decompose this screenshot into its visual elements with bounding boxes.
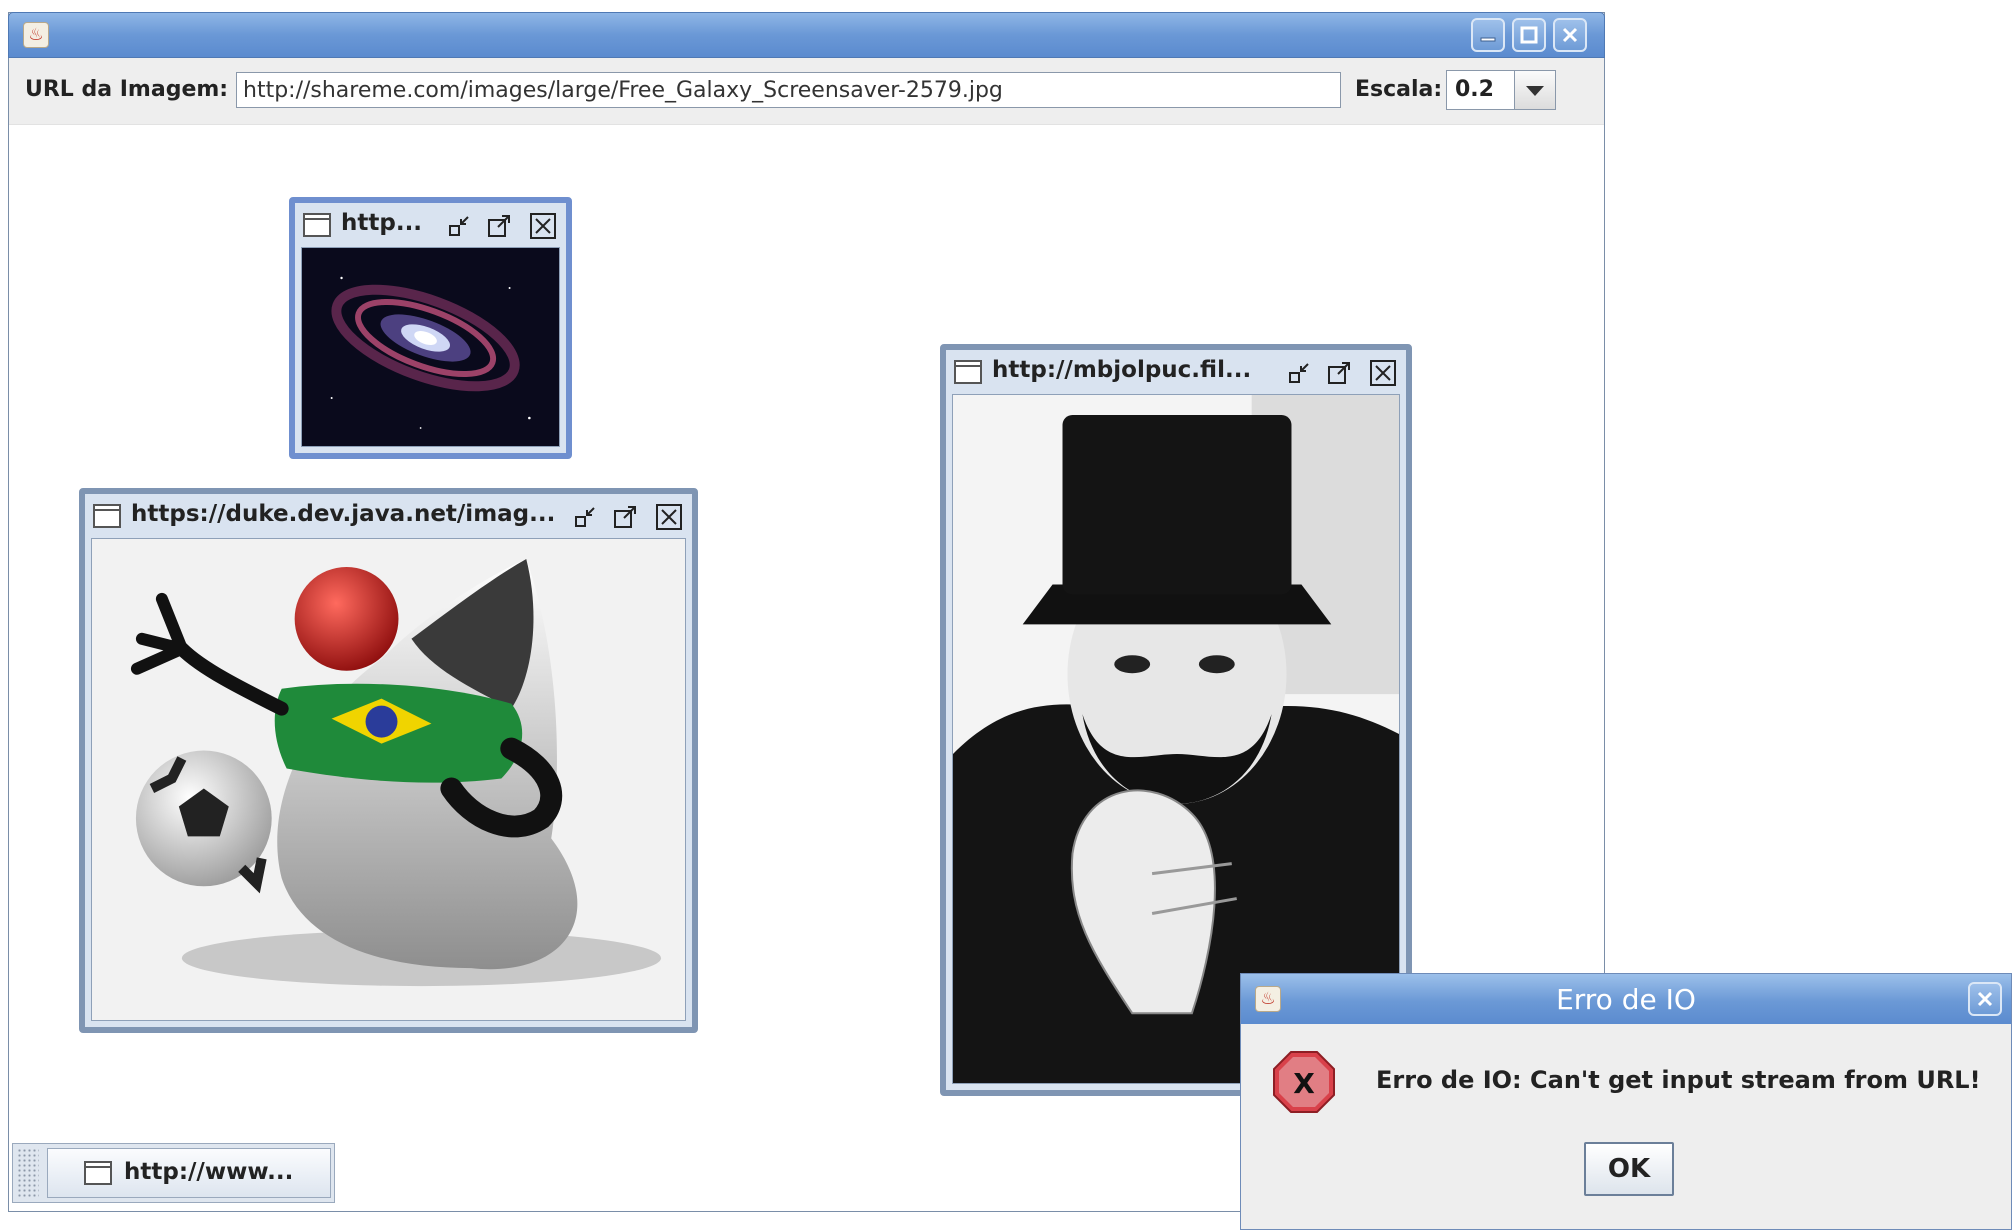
close-icon[interactable] xyxy=(1368,358,1398,388)
url-input[interactable] xyxy=(236,72,1341,108)
url-label: URL da Imagem: xyxy=(25,77,229,102)
main-window-titlebar[interactable]: ♨ xyxy=(8,12,1605,58)
close-icon[interactable] xyxy=(654,502,684,532)
internal-frame-titlebar[interactable]: https://duke.dev.java.net/imag... xyxy=(91,498,686,534)
galaxy-image xyxy=(301,247,560,447)
internal-frame-titlebar[interactable]: http://mbjolpuc.fil... xyxy=(952,354,1400,390)
minimize-button[interactable] xyxy=(1471,18,1505,52)
duke-image xyxy=(91,538,686,1021)
maximize-button[interactable] xyxy=(1512,18,1546,52)
minimized-frame-title: http://www... xyxy=(124,1159,294,1185)
chevron-down-icon xyxy=(1526,86,1544,96)
frame-icon xyxy=(303,213,331,237)
minimized-frame-button[interactable]: http://www... xyxy=(47,1148,331,1198)
error-dialog: ♨ Erro de IO X Erro de IO: Can't get inp… xyxy=(1240,973,2012,1230)
frame-icon xyxy=(954,360,982,384)
frame-title: http... xyxy=(341,210,423,236)
internal-frame-titlebar[interactable]: http... xyxy=(301,207,560,243)
maximize-icon[interactable] xyxy=(484,211,514,241)
svg-text:X: X xyxy=(1293,1067,1315,1100)
scale-dropdown-button[interactable] xyxy=(1514,71,1555,109)
frame-title: https://duke.dev.java.net/imag... xyxy=(131,501,556,527)
dialog-close-button[interactable] xyxy=(1968,982,2002,1016)
internal-frame-duke[interactable]: https://duke.dev.java.net/imag... xyxy=(79,488,698,1033)
iconify-icon[interactable] xyxy=(570,502,600,532)
scale-combobox[interactable]: 0.2 xyxy=(1446,70,1556,110)
internal-frame-galaxy[interactable]: http... xyxy=(289,197,572,459)
dialog-message: Erro de IO: Can't get input stream from … xyxy=(1376,1066,1981,1094)
close-icon[interactable] xyxy=(528,211,558,241)
close-button[interactable] xyxy=(1553,18,1587,52)
dialog-titlebar[interactable]: ♨ Erro de IO xyxy=(1241,974,2011,1024)
desktop-iconified-frames-bar: http://www... xyxy=(12,1143,335,1203)
java-app-icon: ♨ xyxy=(23,22,49,48)
frame-icon xyxy=(93,504,121,528)
dialog-title: Erro de IO xyxy=(1556,983,1696,1016)
ok-button[interactable]: OK xyxy=(1584,1142,1674,1196)
minimize-icon xyxy=(1480,37,1496,42)
close-icon xyxy=(1977,991,1993,1007)
iconify-icon[interactable] xyxy=(1284,358,1314,388)
error-icon: X xyxy=(1273,1051,1335,1113)
iconify-icon[interactable] xyxy=(444,211,474,241)
maximize-icon[interactable] xyxy=(1324,358,1354,388)
drag-grip-icon[interactable] xyxy=(17,1148,39,1198)
close-icon xyxy=(1562,27,1578,43)
maximize-icon[interactable] xyxy=(610,502,640,532)
scale-value: 0.2 xyxy=(1455,77,1494,102)
scale-label: Escala: xyxy=(1355,77,1443,102)
maximize-icon xyxy=(1520,26,1538,44)
frame-icon xyxy=(84,1161,112,1185)
frame-title: http://mbjolpuc.fil... xyxy=(992,357,1252,383)
